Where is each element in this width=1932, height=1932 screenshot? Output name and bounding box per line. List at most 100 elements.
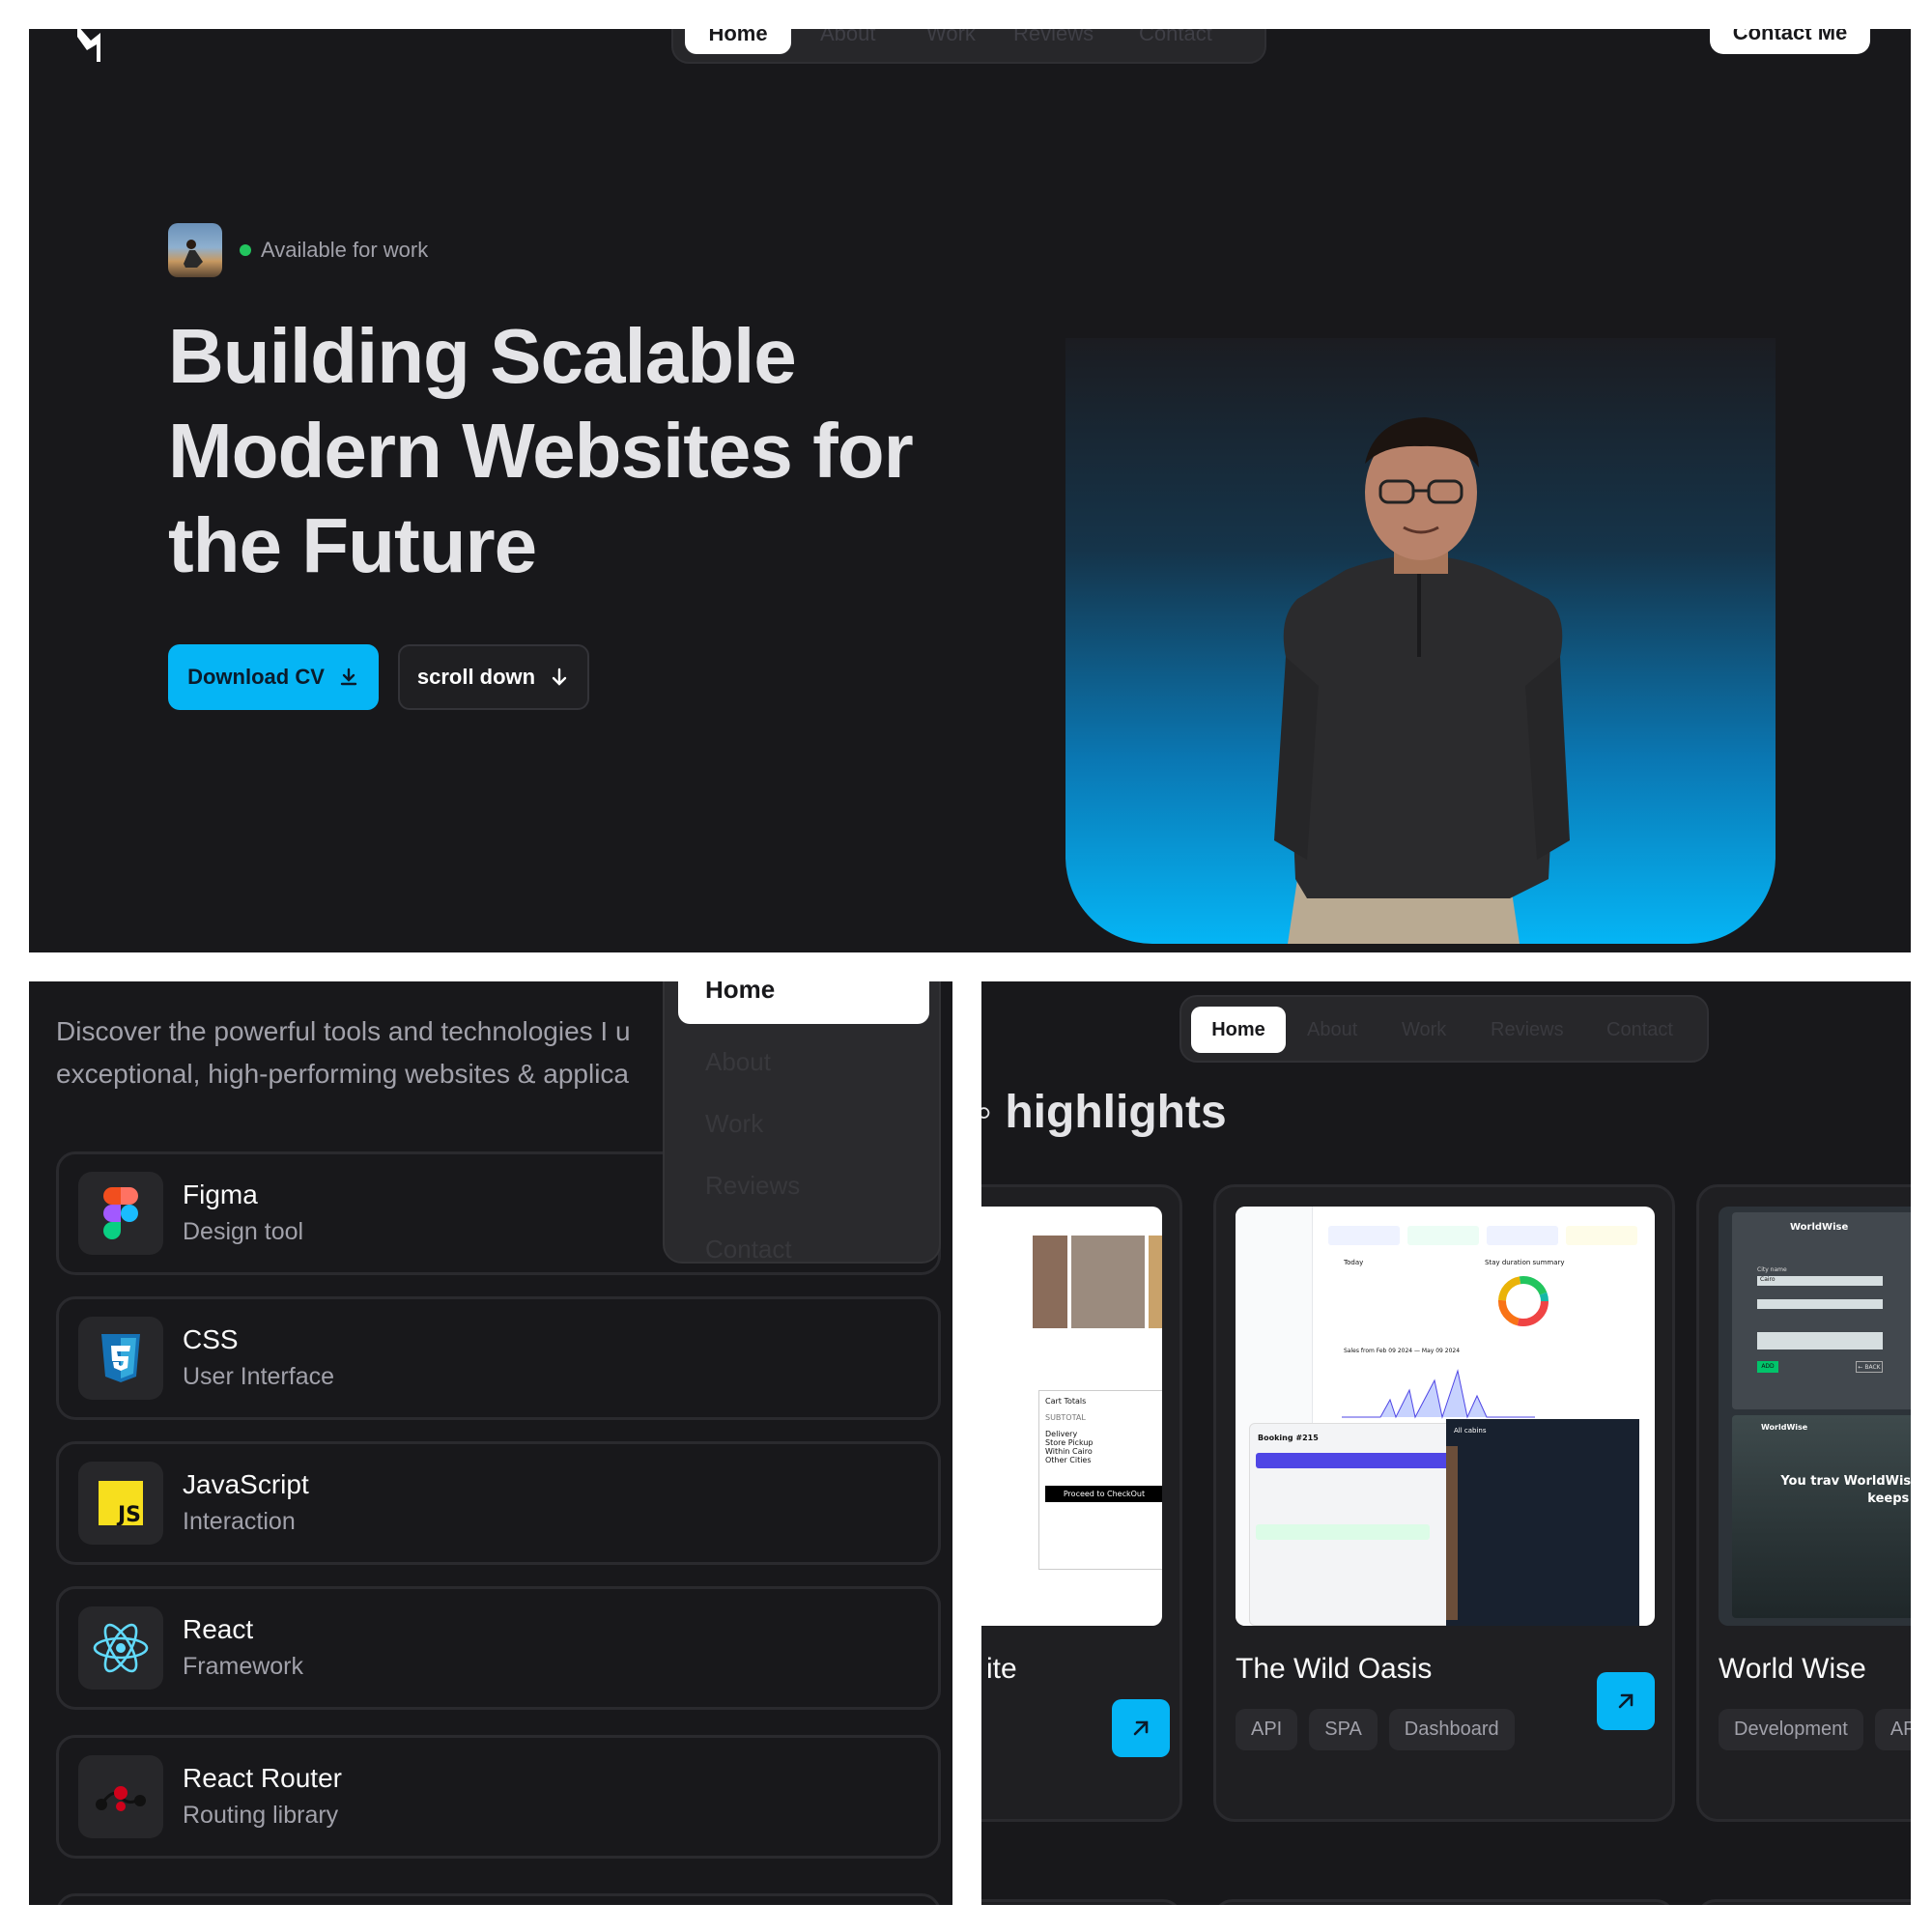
cabins-label: All cabins xyxy=(1454,1427,1487,1435)
project-title: ite xyxy=(986,1653,1017,1685)
status-dot-icon xyxy=(240,244,251,256)
tools-description: Discover the powerful tools and technolo… xyxy=(56,1016,631,1089)
donut-chart xyxy=(1498,1276,1548,1326)
tool-desc: User Interface xyxy=(183,1363,335,1390)
delivery-label: Delivery xyxy=(1045,1430,1078,1438)
project-card[interactable]: WorldWise City name Cairo ADD ← BACK Wor… xyxy=(1696,1184,1911,1822)
nav-contact[interactable]: Contact xyxy=(1606,1007,1673,1053)
tool-card-javascript[interactable]: JS JavaScript Interaction xyxy=(56,1441,941,1565)
tools-panel: Discover the powerful tools and technolo… xyxy=(29,981,952,1905)
worldwise-brand: WorldWise xyxy=(1790,1222,1849,1233)
project-screenshot: Today Stay duration summary Sales from F… xyxy=(1236,1207,1655,1626)
tool-card-react[interactable]: React Framework xyxy=(56,1586,941,1710)
logo-icon[interactable] xyxy=(73,29,112,64)
tool-desc: Framework xyxy=(183,1653,304,1680)
delivery-option: Within Cairo xyxy=(1045,1447,1093,1456)
tool-name: CSS xyxy=(183,1324,239,1354)
hero-panel: Home About Work Reviews Contact Contact … xyxy=(29,29,1911,952)
availability-label: Available for work xyxy=(261,238,429,262)
tool-name: React xyxy=(183,1614,254,1644)
open-project-button[interactable] xyxy=(1597,1672,1655,1730)
tool-name: React Router xyxy=(183,1763,342,1793)
top-nav: Home About Work Reviews Contact xyxy=(671,29,1266,64)
section-title: ◦ highlights xyxy=(981,1087,1227,1138)
open-project-button[interactable] xyxy=(1112,1699,1170,1757)
project-tags: Development AP xyxy=(1719,1709,1911,1750)
city-input: Cairo xyxy=(1757,1276,1883,1286)
tool-card-css[interactable]: CSS User Interface xyxy=(56,1296,941,1420)
today-label: Today xyxy=(1344,1259,1364,1266)
download-cv-button[interactable]: Download CV xyxy=(168,644,379,710)
scroll-down-button[interactable]: scroll down xyxy=(398,644,589,710)
arrow-up-right-icon xyxy=(1618,1693,1634,1709)
dropdown-nav-menu: Home About Work Reviews Contact xyxy=(663,981,941,1264)
css-icon xyxy=(78,1317,163,1400)
back-button: ← BACK xyxy=(1856,1361,1883,1373)
page-title: Building Scalable Modern Websites for th… xyxy=(168,313,914,588)
tool-name: Figma xyxy=(183,1179,258,1209)
project-card[interactable]: Cart Totals SUBTOTAL Delivery Store Pick… xyxy=(981,1184,1182,1822)
project-screenshot: WorldWise City name Cairo ADD ← BACK Wor… xyxy=(1719,1207,1911,1626)
project-card[interactable]: Today Stay duration summary Sales from F… xyxy=(1213,1184,1675,1822)
add-button: ADD xyxy=(1757,1361,1778,1373)
project-card-partial xyxy=(1696,1899,1911,1905)
nav-home[interactable]: Home xyxy=(678,981,929,1024)
sales-label: Sales from Feb 09 2024 — May 09 2024 xyxy=(1344,1348,1461,1354)
nav-reviews[interactable]: Reviews xyxy=(705,1171,800,1201)
nav-about[interactable]: About xyxy=(705,1047,771,1077)
project-title: World Wise xyxy=(1719,1653,1866,1685)
worldwise-tagline: You trav WorldWise keeps t xyxy=(1780,1474,1911,1506)
tool-desc: Interaction xyxy=(183,1508,296,1535)
tool-desc: Routing library xyxy=(183,1802,339,1829)
react-router-icon xyxy=(78,1755,163,1838)
tool-name: JavaScript xyxy=(183,1469,309,1499)
nav-work[interactable]: Work xyxy=(1402,1007,1446,1053)
cart-totals-label: Cart Totals xyxy=(1045,1397,1087,1406)
react-icon xyxy=(78,1606,163,1690)
projects-panel: Home About Work Reviews Contact ◦ highli… xyxy=(981,981,1911,1905)
nav-about[interactable]: About xyxy=(820,29,876,54)
download-cv-label: Download CV xyxy=(187,665,325,689)
tag: Development xyxy=(1719,1709,1863,1750)
nav-reviews[interactable]: Reviews xyxy=(1491,1007,1564,1053)
nav-contact[interactable]: Contact xyxy=(705,1235,792,1264)
subtotal-label: SUBTOTAL xyxy=(1045,1413,1086,1422)
nav-work[interactable]: Work xyxy=(705,1109,763,1139)
delivery-option: Store Pickup xyxy=(1045,1438,1094,1447)
figma-icon xyxy=(78,1172,163,1255)
tag: API xyxy=(1236,1709,1298,1750)
project-card-partial xyxy=(981,1899,1182,1905)
arrow-up-right-icon xyxy=(1133,1720,1149,1736)
contact-me-button[interactable]: Contact Me xyxy=(1710,29,1870,54)
scroll-down-label: scroll down xyxy=(416,665,536,689)
project-tags: API SPA Dashboard xyxy=(1236,1709,1515,1750)
download-icon xyxy=(340,668,357,686)
tag: Dashboard xyxy=(1388,1709,1515,1750)
availability-status: Available for work xyxy=(240,238,428,263)
tag: SPA xyxy=(1309,1709,1378,1750)
tag: AP xyxy=(1874,1709,1911,1750)
nav-reviews[interactable]: Reviews xyxy=(1013,29,1094,54)
checkout-button: Proceed to CheckOut xyxy=(1045,1486,1162,1502)
tool-card-react-router[interactable]: React Router Routing library xyxy=(56,1735,941,1859)
project-card-partial xyxy=(1213,1899,1675,1905)
tool-card-partial xyxy=(56,1893,941,1905)
delivery-option: Other Cities xyxy=(1045,1456,1092,1464)
project-screenshot: Cart Totals SUBTOTAL Delivery Store Pick… xyxy=(981,1207,1162,1626)
nav-about[interactable]: About xyxy=(1307,1007,1357,1053)
avatar xyxy=(168,223,222,277)
arrow-down-icon xyxy=(552,668,567,686)
worldwise-brand: WorldWise xyxy=(1761,1423,1808,1432)
nav-home[interactable]: Home xyxy=(685,29,791,54)
nav-work[interactable]: Work xyxy=(926,29,976,54)
profile-photo xyxy=(1065,338,1776,944)
section-title-text: highlights xyxy=(1005,1087,1227,1138)
svg-text:JS: JS xyxy=(116,1503,141,1525)
javascript-icon: JS xyxy=(78,1462,163,1545)
project-title: The Wild Oasis xyxy=(1236,1653,1433,1685)
nav-contact[interactable]: Contact xyxy=(1139,29,1212,54)
projects-nav: Home About Work Reviews Contact xyxy=(1179,995,1709,1063)
booking-label: Booking #215 xyxy=(1258,1434,1319,1442)
summary-label: Stay duration summary xyxy=(1485,1259,1565,1266)
nav-home[interactable]: Home xyxy=(1191,1007,1286,1053)
